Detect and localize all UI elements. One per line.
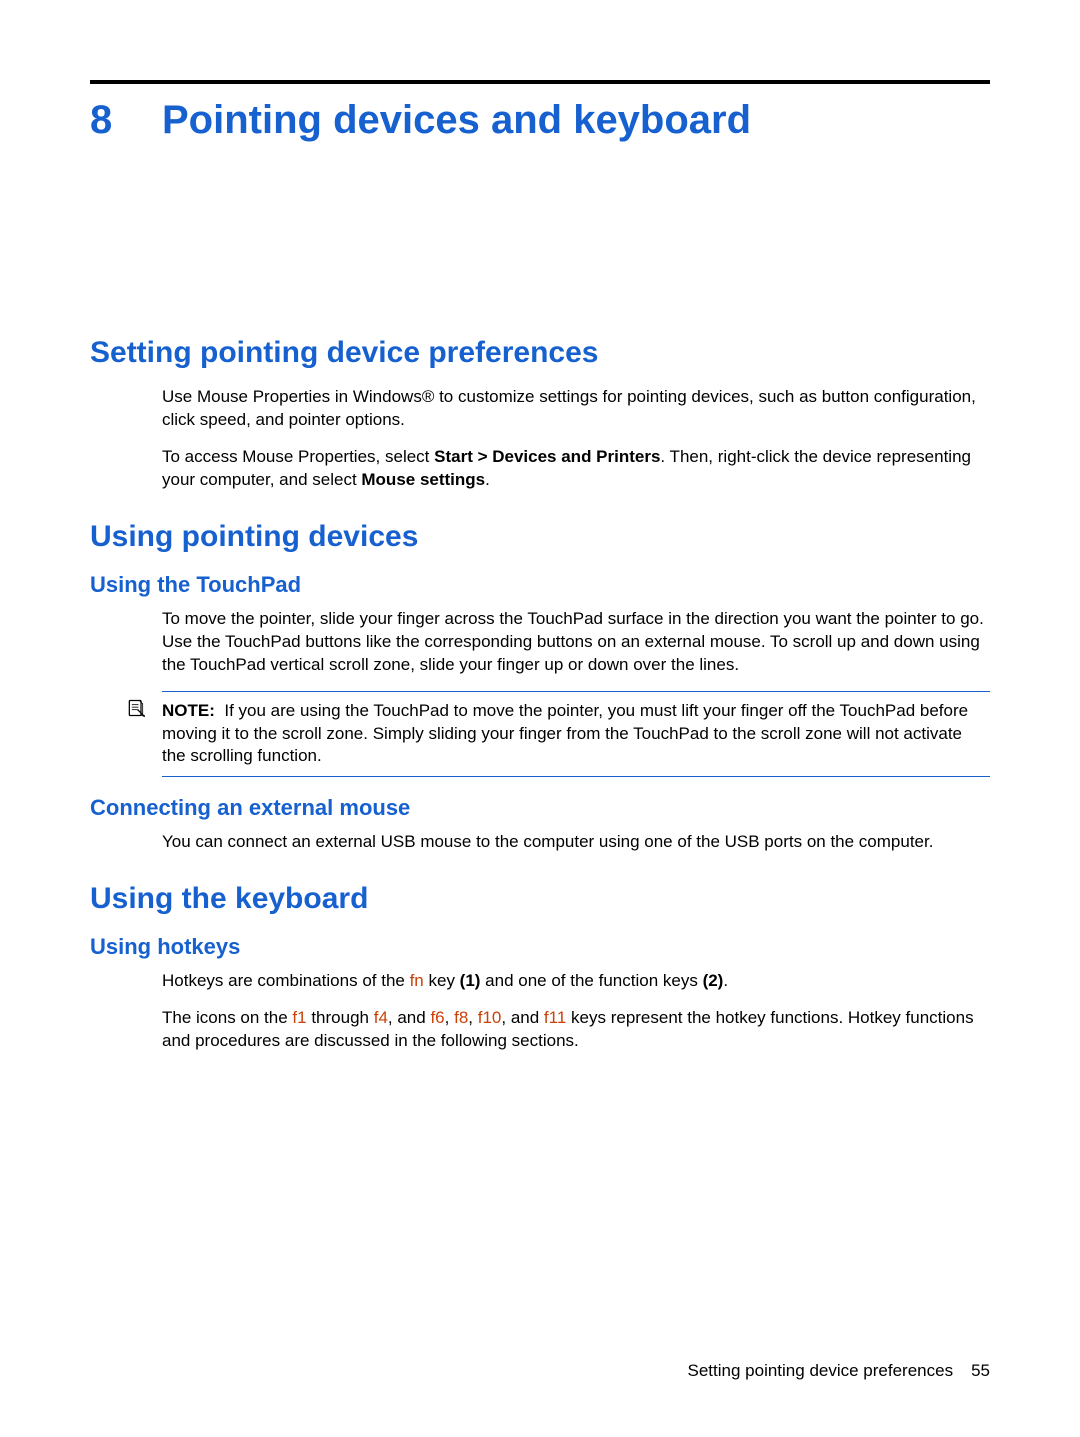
footer-text: Setting pointing device preferences: [688, 1361, 954, 1380]
key-f10: f10: [478, 1008, 502, 1027]
chapter-title: Pointing devices and keyboard: [162, 98, 751, 143]
key-f6: f6: [430, 1008, 444, 1027]
text: To access Mouse Properties, select: [162, 447, 434, 466]
subheading-touchpad: Using the TouchPad: [90, 572, 990, 598]
text: .: [723, 971, 728, 990]
text: , and: [388, 1008, 431, 1027]
text: The icons on the: [162, 1008, 292, 1027]
subheading-external-mouse: Connecting an external mouse: [90, 795, 990, 821]
text: ,: [468, 1008, 477, 1027]
text: ,: [445, 1008, 454, 1027]
external-mouse-body: You can connect an external USB mouse to…: [162, 831, 990, 854]
page-number: 55: [971, 1361, 990, 1380]
key-fn: fn: [410, 971, 424, 990]
section-heading-preferences: Setting pointing device preferences: [90, 336, 990, 370]
paragraph: To move the pointer, slide your finger a…: [162, 608, 990, 677]
key-f11: f11: [544, 1008, 566, 1027]
text: , and: [501, 1008, 544, 1027]
section-heading-using-devices: Using pointing devices: [90, 520, 990, 554]
paragraph: Use Mouse Properties in Windows® to cust…: [162, 386, 990, 432]
text: Hotkeys are combinations of the: [162, 971, 410, 990]
paragraph: The icons on the f1 through f4, and f6, …: [162, 1007, 990, 1053]
top-rule: [90, 80, 990, 84]
note-icon: [126, 698, 146, 718]
note-label: NOTE:: [162, 701, 215, 720]
key-f4: f4: [374, 1008, 388, 1027]
paragraph: To access Mouse Properties, select Start…: [162, 446, 990, 492]
text: key: [424, 971, 460, 990]
hotkeys-body: Hotkeys are combinations of the fn key (…: [162, 970, 990, 1053]
callout: (2): [703, 971, 724, 990]
section-body-preferences: Use Mouse Properties in Windows® to cust…: [162, 386, 990, 492]
paragraph: You can connect an external USB mouse to…: [162, 831, 990, 854]
key-f1: f1: [292, 1008, 306, 1027]
subheading-hotkeys: Using hotkeys: [90, 934, 990, 960]
chapter-heading: 8 Pointing devices and keyboard: [90, 98, 990, 143]
touchpad-body: To move the pointer, slide your finger a…: [162, 608, 990, 677]
text: .: [485, 470, 490, 489]
spacer: [90, 143, 990, 308]
text: and one of the function keys: [480, 971, 702, 990]
note-box: NOTE: If you are using the TouchPad to m…: [162, 691, 990, 778]
ui-label: Mouse settings: [361, 470, 485, 489]
section-heading-keyboard: Using the keyboard: [90, 882, 990, 916]
page-footer: Setting pointing device preferences 55: [688, 1361, 990, 1381]
registered-symbol: ®: [422, 387, 435, 406]
page: 8 Pointing devices and keyboard Setting …: [0, 0, 1080, 1437]
chapter-number: 8: [90, 98, 162, 143]
callout: (1): [460, 971, 481, 990]
key-f8: f8: [454, 1008, 468, 1027]
paragraph: Hotkeys are combinations of the fn key (…: [162, 970, 990, 993]
text: through: [307, 1008, 374, 1027]
note-text: If you are using the TouchPad to move th…: [162, 701, 968, 766]
text: Use Mouse Properties in Windows: [162, 387, 422, 406]
ui-path: Start > Devices and Printers: [434, 447, 660, 466]
